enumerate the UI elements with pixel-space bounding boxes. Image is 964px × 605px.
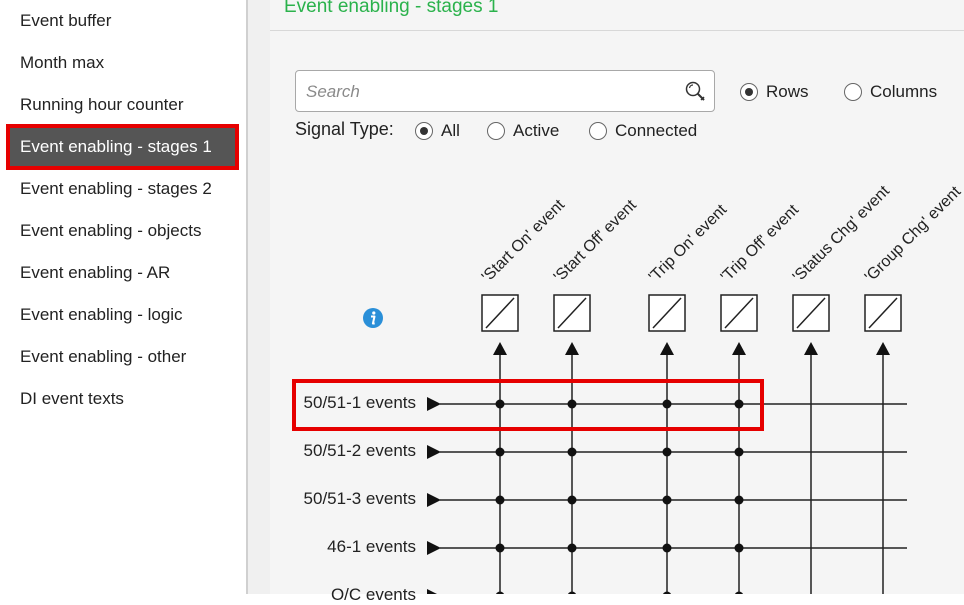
row-label: 50/51-3 events xyxy=(303,489,416,508)
sidebar-item[interactable]: Event enabling - logic xyxy=(10,296,232,334)
column-arrow xyxy=(660,342,674,355)
connection-dot xyxy=(662,447,672,457)
sidebar-item[interactable]: Event enabling - objects xyxy=(10,212,232,250)
row-arrow xyxy=(427,541,441,555)
sidebar: Event buffer Month max Running hour counte… xyxy=(0,0,248,594)
connection-dot xyxy=(662,399,672,409)
row-arrow xyxy=(427,493,441,507)
column-arrow xyxy=(565,342,579,355)
row-arrow xyxy=(427,589,437,594)
connection-dot xyxy=(734,543,744,553)
sidebar-item[interactable]: Month max xyxy=(10,44,232,82)
row-label: 50/51-1 events xyxy=(303,393,416,412)
connection-dot xyxy=(567,495,577,505)
column-arrow xyxy=(804,342,818,355)
sidebar-item[interactable]: Event enabling - other xyxy=(10,338,232,376)
sidebar-item[interactable]: Event buffer xyxy=(10,2,232,40)
sidebar-item[interactable]: Running hour counter xyxy=(10,86,232,124)
connection-dot xyxy=(567,399,577,409)
column-arrow xyxy=(876,342,890,355)
connection-dot xyxy=(734,399,744,409)
connection-dot xyxy=(495,399,505,409)
main-panel: Event enabling - stages 1 Rows Columns S… xyxy=(270,0,964,604)
sidebar-item[interactable]: Event enabling - stages 1 xyxy=(6,124,239,170)
row-label: O/C events xyxy=(330,585,416,604)
connection-dot xyxy=(662,495,672,505)
row-arrow xyxy=(427,397,441,411)
row-label: 46-1 events xyxy=(327,537,416,556)
connection-dot xyxy=(495,543,505,553)
row-label: 50/51-2 events xyxy=(303,441,416,460)
connection-dot xyxy=(662,543,672,553)
connection-dot xyxy=(495,447,505,457)
connection-dot xyxy=(734,447,744,457)
connection-dot xyxy=(567,447,577,457)
row-arrow xyxy=(427,445,441,459)
connection-dot xyxy=(734,495,744,505)
sidebar-item[interactable]: DI event texts xyxy=(10,380,232,418)
sidebar-item[interactable]: Event enabling - AR xyxy=(10,254,232,292)
sidebar-item[interactable]: Event enabling - stages 2 xyxy=(10,170,232,208)
column-arrow xyxy=(493,342,507,355)
connection-dot xyxy=(495,495,505,505)
sidebar-gutter xyxy=(248,0,270,594)
column-arrow xyxy=(732,342,746,355)
connection-dot xyxy=(567,543,577,553)
